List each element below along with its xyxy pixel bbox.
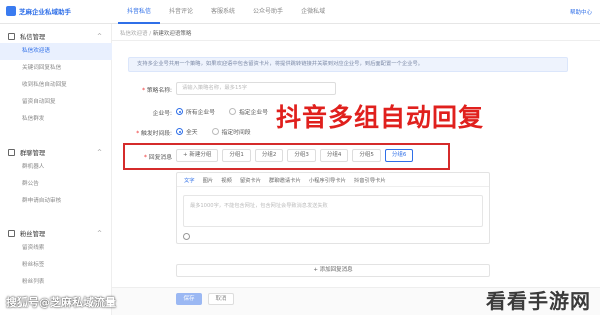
- add-reply-button[interactable]: + 添加回复消息: [176, 264, 490, 277]
- reply-group-tabs: + 新建分组 分组1 分组2 分组3 分组4 分组5 分组6: [176, 149, 414, 162]
- tool-text[interactable]: 文字: [184, 176, 195, 184]
- chevron-up-icon: ^: [96, 229, 102, 237]
- logo-text: 芝麻企业私域助手: [19, 8, 71, 16]
- strategy-name-label: * 策略名称:: [128, 85, 172, 94]
- sidebar-item-group-approval[interactable]: 群申请自动审核: [0, 193, 112, 210]
- radio-all-accounts[interactable]: 所有企业号: [176, 107, 215, 116]
- nav-tab-douyin-comment[interactable]: 抖音评论: [160, 0, 202, 24]
- top-bar: 芝麻企业私域助手 抖音私信 抖音评论 客服系统 公众号助手 企微私域 帮助中心: [0, 0, 600, 24]
- trigger-time-label: * 触发时间段:: [124, 128, 172, 137]
- strategy-name-input[interactable]: 请输入策略名称，最多15字: [176, 82, 336, 95]
- watermark-right: 看看手游网: [486, 289, 591, 313]
- sidebar-group-title: 粉丝管理: [20, 230, 46, 238]
- sidebar-group-fans: 粉丝管理 ^ 留资线索 粉丝标签 粉丝列表: [0, 226, 112, 291]
- cancel-button[interactable]: 取消: [208, 293, 234, 305]
- radio-label: 全天: [186, 130, 198, 136]
- group-chip[interactable]: 分组1: [222, 149, 251, 162]
- message-type-toolbar: 文字 图片 视频 留资卡片 群聊邀请卡片 小程序引导卡片 抖音引导卡片: [177, 173, 489, 187]
- nav-tab-customer-service[interactable]: 客服系统: [202, 0, 244, 24]
- sidebar-item-fan-tags[interactable]: 粉丝标签: [0, 257, 112, 274]
- radio-label: 指定时间段: [221, 130, 251, 136]
- logo-icon: [6, 6, 16, 16]
- watermark-left: 搜狐号@芝麻私域流量: [6, 296, 116, 309]
- app-logo[interactable]: 芝麻企业私域助手: [6, 6, 71, 16]
- nav-tab-douyin-dm[interactable]: 抖音私信: [118, 0, 161, 24]
- radio-all-day[interactable]: 全天: [176, 127, 198, 136]
- tool-group-invite-card[interactable]: 群聊邀请卡片: [269, 176, 301, 184]
- message-editor: 文字 图片 视频 留资卡片 群聊邀请卡片 小程序引导卡片 抖音引导卡片 最多10…: [176, 172, 490, 244]
- sidebar-item-auto-reply[interactable]: 收到私信自动回复: [0, 77, 112, 94]
- radio-dot-checked: [176, 108, 183, 115]
- tool-image[interactable]: 图片: [203, 176, 214, 184]
- group-chat-icon: [8, 148, 15, 156]
- tool-miniprogram-card[interactable]: 小程序引导卡片: [309, 176, 346, 184]
- time-radio-group: 全天 指定时间段: [176, 127, 251, 136]
- radio-dot: [229, 108, 236, 115]
- nav-tab-official-account[interactable]: 公众号助手: [244, 0, 292, 24]
- group-chip-active[interactable]: 分组6: [384, 149, 414, 162]
- radio-label: 所有企业号: [186, 110, 215, 116]
- help-center-link[interactable]: 帮助中心: [570, 8, 592, 16]
- sidebar-group-title: 私信管理: [20, 33, 46, 41]
- strategy-name-label-text: 策略名称:: [146, 88, 172, 94]
- trigger-time-label-text: 触发时间段:: [141, 131, 172, 137]
- top-nav: 抖音私信 抖音评论 客服系统 公众号助手 企微私域: [118, 0, 334, 24]
- reply-message-label: * 回复消息: [128, 152, 172, 161]
- sidebar-item-broadcast[interactable]: 私信群发: [0, 111, 112, 128]
- new-group-button[interactable]: + 新建分组: [176, 149, 219, 162]
- sidebar-item-keyword-reply[interactable]: 关键词回复私信: [0, 60, 112, 77]
- emoji-icon[interactable]: [183, 233, 190, 240]
- radio-specific-account[interactable]: 指定企业号: [229, 107, 268, 116]
- message-icon: [8, 32, 15, 40]
- divider: [112, 40, 600, 41]
- sidebar-group-header[interactable]: 粉丝管理 ^: [0, 226, 112, 240]
- breadcrumb-current: 新建欢迎语策略: [152, 31, 192, 37]
- sidebar-group-dm: 私信管理 ^ 私信欢迎语 关键词回复私信 收到私信自动回复 留资自动回复 私信群…: [0, 29, 112, 128]
- radio-time-range[interactable]: 指定时间段: [211, 127, 251, 136]
- nav-tab-wecom[interactable]: 企微私域: [292, 0, 334, 24]
- sidebar-item-fan-list[interactable]: 粉丝列表: [0, 274, 112, 291]
- sidebar-item-welcome[interactable]: 私信欢迎语: [0, 43, 112, 60]
- sidebar-item-group-bot[interactable]: 群机器人: [0, 159, 112, 176]
- user-icon: [8, 229, 15, 237]
- account-label: 企业号:: [152, 111, 172, 117]
- radio-dot-checked: [176, 128, 183, 135]
- reply-message-label-text: 回复消息: [148, 155, 172, 161]
- sidebar: 私信管理 ^ 私信欢迎语 关键词回复私信 收到私信自动回复 留资自动回复 私信群…: [0, 24, 112, 315]
- overlay-title: 抖音多组自动回复: [276, 103, 485, 132]
- sidebar-group-title: 群聊管理: [20, 149, 46, 157]
- chevron-up-icon: ^: [96, 148, 102, 156]
- sidebar-item-leads[interactable]: 留资线索: [0, 240, 112, 257]
- sidebar-group-group-chat: 群聊管理 ^ 群机器人 群公告 群申请自动审核: [0, 145, 112, 210]
- sidebar-group-header[interactable]: 群聊管理 ^: [0, 145, 112, 159]
- group-chip[interactable]: 分组2: [254, 149, 284, 162]
- group-chip[interactable]: 分组4: [319, 149, 349, 162]
- group-chip[interactable]: 分组3: [287, 149, 316, 162]
- radio-label: 指定企业号: [239, 110, 268, 116]
- chevron-up-icon: ^: [96, 32, 102, 40]
- account-radio-group: 所有企业号 指定企业号: [176, 107, 268, 116]
- radio-dot: [211, 128, 219, 135]
- sidebar-item-lead-reply[interactable]: 留资自动回复: [0, 94, 112, 111]
- sidebar-item-group-notice[interactable]: 群公告: [0, 176, 112, 193]
- tool-video[interactable]: 视频: [221, 176, 232, 184]
- save-button[interactable]: 保存: [176, 293, 202, 305]
- tool-douyin-card[interactable]: 抖音引导卡片: [354, 176, 386, 184]
- message-textarea[interactable]: 最多1000字，不能包含网址，包含网址会导致消息发送失败: [183, 195, 483, 227]
- sidebar-group-header[interactable]: 私信管理 ^: [0, 29, 112, 43]
- tool-lead-card[interactable]: 留资卡片: [240, 176, 261, 184]
- breadcrumb: 私信欢迎语 / 新建欢迎语策略: [120, 29, 191, 37]
- breadcrumb-parent[interactable]: 私信欢迎语: [120, 31, 148, 37]
- group-chip[interactable]: 分组5: [352, 149, 381, 162]
- info-notice: 支持多企业号共用一个策略，如果欢迎语中包含留资卡片，将提供跳转链接并关联到对应企…: [128, 57, 568, 72]
